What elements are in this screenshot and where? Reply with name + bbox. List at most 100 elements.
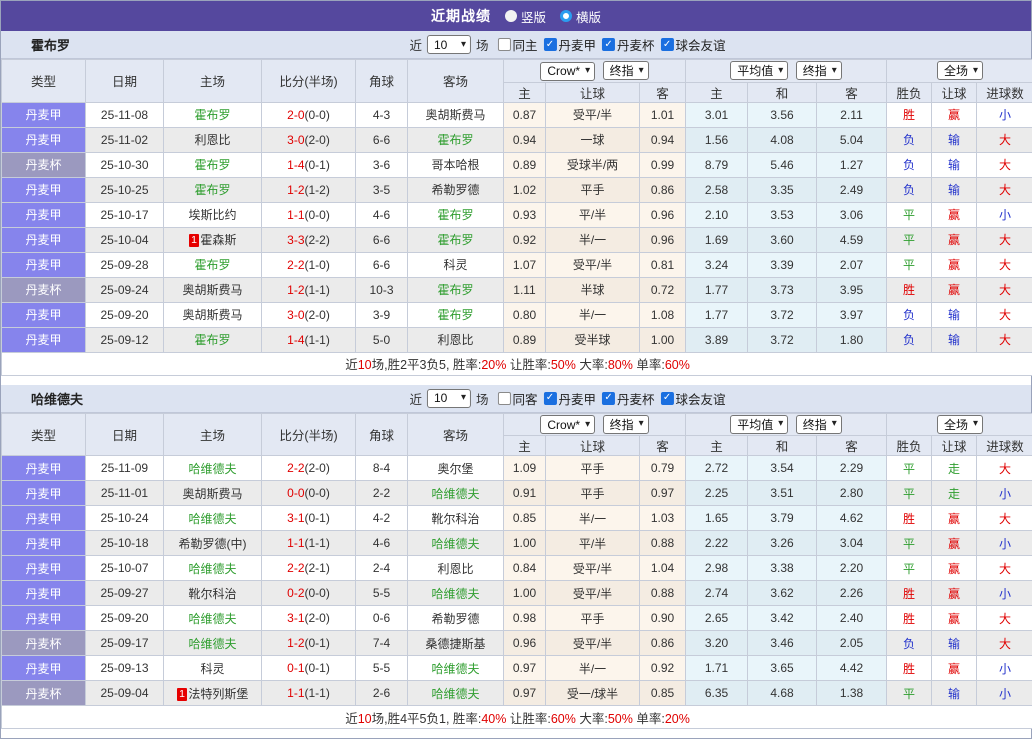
cell-score: 1-2(1-2) [262, 177, 356, 202]
cell-away-team[interactable]: 靴尔科治 [408, 506, 504, 531]
cell-home-team[interactable]: 哈维德夫 [164, 606, 262, 631]
cell-home-team[interactable]: 埃斯比约 [164, 202, 262, 227]
cell-date: 25-11-01 [86, 481, 164, 506]
cell-avg-away: 3.06 [817, 202, 887, 227]
avg-ref-select[interactable]: 终指 ▾ [796, 415, 842, 434]
col-header-avg-draw: 和 [748, 82, 817, 102]
cell-away-team[interactable]: 利恩比 [408, 327, 504, 352]
score-halftime: (1-1) [305, 333, 330, 347]
match-row: 丹麦甲25-11-02利恩比3-0(2-0)6-6霍布罗0.94一球0.941.… [2, 127, 1032, 152]
avg-select[interactable]: 平均值 ▾ [730, 415, 788, 434]
cell-home-team[interactable]: 利恩比 [164, 127, 262, 152]
cell-home-team[interactable]: 霍布罗 [164, 177, 262, 202]
checkbox-icon[interactable]: ✓ [661, 38, 674, 51]
cell-away-team[interactable]: 哈维德夫 [408, 681, 504, 706]
cell-away-team[interactable]: 奥尔堡 [408, 456, 504, 481]
col-header-odds-home: 主 [504, 436, 546, 456]
odds-select-group: Crow* ▾ 终指 ▾ [504, 60, 686, 83]
filter-checkbox[interactable]: ✓球会友谊 [661, 389, 726, 408]
avg-select[interactable]: 平均值 ▾ [730, 61, 788, 80]
cell-home-team[interactable]: 奥胡斯费马 [164, 481, 262, 506]
checkbox-icon[interactable] [497, 38, 510, 51]
cell-away-team[interactable]: 哈维德夫 [408, 656, 504, 681]
cell-home-team[interactable]: 哈维德夫 [164, 631, 262, 656]
team-name-text: 奥胡斯费马 [182, 487, 242, 501]
cell-home-team[interactable]: 科灵 [164, 656, 262, 681]
col-header-home: 主场 [164, 413, 262, 456]
cell-away-team[interactable]: 奥胡斯费马 [408, 102, 504, 127]
cell-home-team[interactable]: 奥胡斯费马 [164, 302, 262, 327]
filter-checkbox[interactable]: ✓丹麦杯 [602, 35, 655, 54]
section-gap [1, 376, 1031, 385]
cell-away-team[interactable]: 霍布罗 [408, 127, 504, 152]
cell-home-team[interactable]: 霍布罗 [164, 252, 262, 277]
layout-radio-vertical[interactable]: 竖版 [505, 7, 546, 26]
cell-away-team[interactable]: 希勒罗德 [408, 177, 504, 202]
match-row: 丹麦甲25-09-12霍布罗1-4(1-1)5-0利恩比0.89受半球1.003… [2, 327, 1032, 352]
cell-home-team[interactable]: 哈维德夫 [164, 506, 262, 531]
cell-away-team[interactable]: 霍布罗 [408, 277, 504, 302]
cell-away-team[interactable]: 哥本哈根 [408, 152, 504, 177]
cell-home-team[interactable]: 1霍森斯 [164, 227, 262, 252]
scope-select[interactable]: 全场 ▾ [937, 61, 983, 80]
cell-odds-handicap: 受球半/两 [546, 152, 640, 177]
cell-away-team[interactable]: 哈维德夫 [408, 531, 504, 556]
cell-home-team[interactable]: 希勒罗德(中) [164, 531, 262, 556]
cell-away-team[interactable]: 希勒罗德 [408, 606, 504, 631]
cell-home-team[interactable]: 1法特列斯堡 [164, 681, 262, 706]
cell-away-team[interactable]: 哈维德夫 [408, 581, 504, 606]
cell-home-team[interactable]: 哈维德夫 [164, 456, 262, 481]
cell-home-team[interactable]: 奥胡斯费马 [164, 277, 262, 302]
filter-checkbox[interactable]: ✓丹麦甲 [544, 35, 597, 54]
cell-away-team[interactable]: 哈维德夫 [408, 481, 504, 506]
cell-avg-draw: 3.72 [748, 327, 817, 352]
cell-home-team[interactable]: 霍布罗 [164, 327, 262, 352]
layout-radio-horizontal[interactable]: 横版 [560, 7, 601, 26]
team-name-text: 靴尔科治 [188, 587, 236, 601]
games-label: 场 [476, 389, 489, 408]
cell-home-team[interactable]: 霍布罗 [164, 152, 262, 177]
cell-date: 25-09-28 [86, 252, 164, 277]
avg-ref-select[interactable]: 终指 ▾ [796, 61, 842, 80]
checkbox-icon[interactable]: ✓ [661, 392, 674, 405]
cell-away-team[interactable]: 霍布罗 [408, 302, 504, 327]
cell-away-team[interactable]: 桑德捷斯基 [408, 631, 504, 656]
cell-away-team[interactable]: 霍布罗 [408, 202, 504, 227]
cell-avg-home: 1.71 [686, 656, 748, 681]
match-row: 丹麦甲25-10-041霍森斯3-3(2-2)6-6霍布罗0.92半/一0.96… [2, 227, 1032, 252]
checkbox-icon[interactable]: ✓ [602, 392, 615, 405]
filter-checkbox[interactable]: 同客 [497, 389, 537, 408]
filter-checkbox[interactable]: ✓丹麦甲 [544, 389, 597, 408]
checkbox-icon[interactable]: ✓ [544, 38, 557, 51]
scope-select[interactable]: 全场 ▾ [937, 415, 983, 434]
cell-away-team[interactable]: 霍布罗 [408, 227, 504, 252]
match-row: 丹麦甲25-10-24哈维德夫3-1(0-1)4-2靴尔科治0.85半/一1.0… [2, 506, 1032, 531]
cell-avg-draw: 3.62 [748, 581, 817, 606]
cell-away-team[interactable]: 科灵 [408, 252, 504, 277]
checkbox-icon[interactable] [497, 392, 510, 405]
filter-checkbox[interactable]: ✓丹麦杯 [602, 389, 655, 408]
cell-home-team[interactable]: 靴尔科治 [164, 581, 262, 606]
rounds-select[interactable]: 10 ▾ [427, 389, 471, 408]
checkbox-icon[interactable]: ✓ [544, 392, 557, 405]
checkbox-icon[interactable]: ✓ [602, 38, 615, 51]
cell-odds-home: 1.00 [504, 531, 546, 556]
recent-results-panel: 近期战绩 竖版 横版 霍布罗 近 10 ▾ 场 同主✓丹麦甲✓丹麦杯✓球会友 [0, 0, 1032, 739]
team-sections: 霍布罗 近 10 ▾ 场 同主✓丹麦甲✓丹麦杯✓球会友谊 类型 [1, 31, 1031, 738]
team-name-text: 霍布罗 [194, 183, 230, 197]
cell-score: 1-2(0-1) [262, 631, 356, 656]
cell-home-team[interactable]: 霍布罗 [164, 102, 262, 127]
cell-home-team[interactable]: 哈维德夫 [164, 556, 262, 581]
odds-ref-select[interactable]: 终指 ▾ [603, 415, 649, 434]
match-row: 丹麦甲25-11-01奥胡斯费马0-0(0-0)2-2哈维德夫0.91平手0.9… [2, 481, 1032, 506]
filter-checkbox[interactable]: ✓球会友谊 [661, 35, 726, 54]
odds-ref-select[interactable]: 终指 ▾ [603, 61, 649, 80]
cell-odds-away: 0.79 [640, 456, 686, 481]
odds-company-select[interactable]: Crow* ▾ [540, 62, 595, 81]
rounds-select[interactable]: 10 ▾ [427, 35, 471, 54]
odds-company-select[interactable]: Crow* ▾ [540, 415, 595, 434]
score-halftime: (2-0) [305, 308, 330, 322]
filter-checkbox[interactable]: 同主 [497, 35, 537, 54]
cell-away-team[interactable]: 利恩比 [408, 556, 504, 581]
cell-result: 胜 [887, 581, 932, 606]
